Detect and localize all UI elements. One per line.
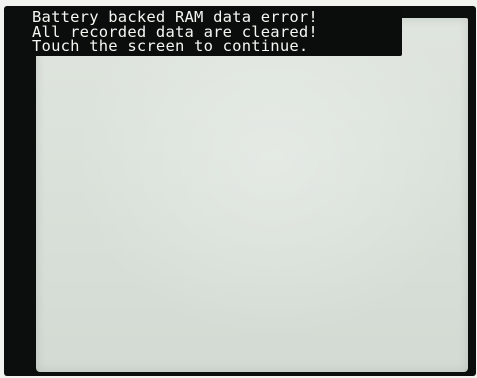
error-line-touch-prompt: Touch the screen to continue. xyxy=(32,37,309,55)
screen-glare xyxy=(36,18,468,372)
error-message: Battery backed RAM data error! All recor… xyxy=(32,10,412,54)
photo-frame: Battery backed RAM data error! All recor… xyxy=(0,0,477,378)
touch-screen[interactable] xyxy=(36,18,468,372)
